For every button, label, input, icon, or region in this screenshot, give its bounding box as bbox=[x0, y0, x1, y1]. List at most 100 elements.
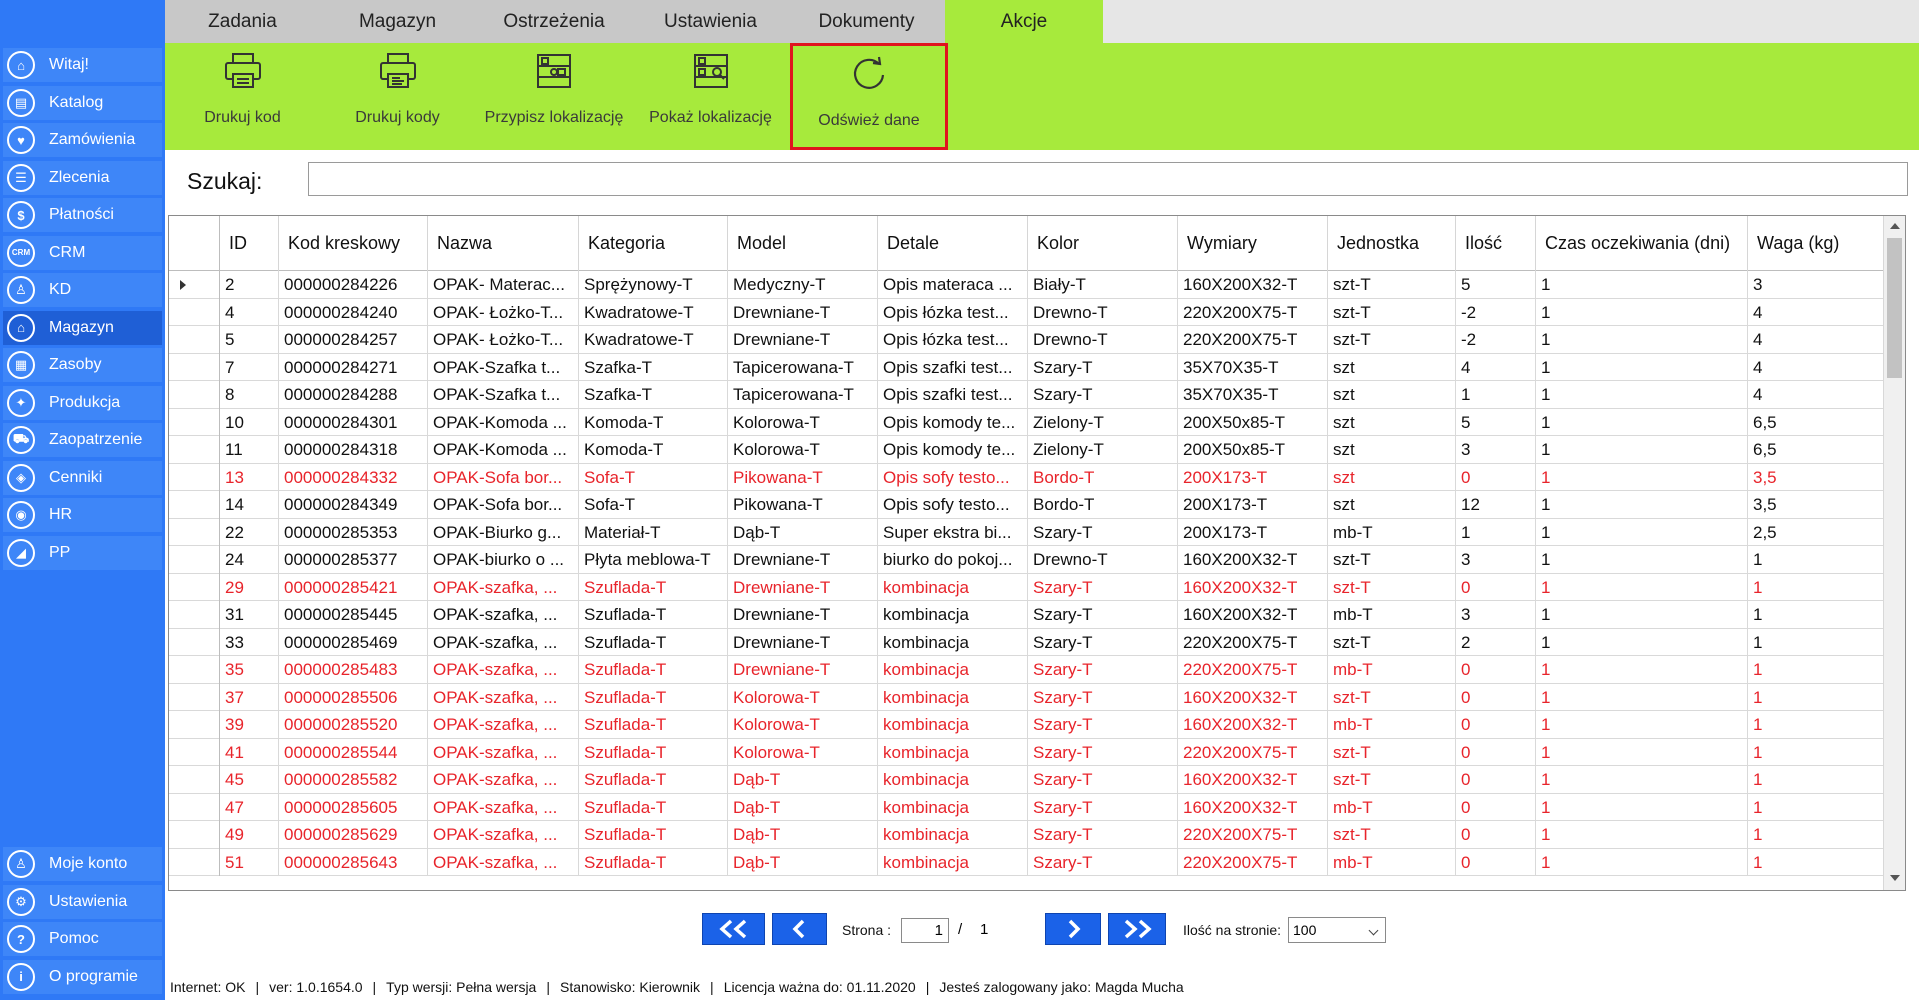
cell-kategoria[interactable]: Szafka-T bbox=[579, 381, 728, 409]
cell-czas-oczekiwania[interactable]: 1 bbox=[1536, 491, 1748, 519]
cell-kategoria[interactable]: Szuflada-T bbox=[579, 848, 728, 876]
table-row[interactable]: 14 000000284349 OPAK-Sofa bor... Sofa-T Piko… bbox=[169, 491, 1883, 519]
column-header-waga[interactable]: Waga (kg) bbox=[1748, 216, 1883, 271]
cell-czas-oczekiwania[interactable]: 1 bbox=[1536, 793, 1748, 821]
cell-kod-kreskowy[interactable]: 000000285445 bbox=[279, 601, 428, 629]
cell-kod-kreskowy[interactable]: 000000285544 bbox=[279, 738, 428, 766]
table-row[interactable]: 41 000000285544 OPAK-szafka, ... Szuflada-T… bbox=[169, 738, 1883, 767]
cell-wymiary[interactable]: 220X200X75-T bbox=[1178, 821, 1328, 849]
cell-kolor[interactable]: Szary-T bbox=[1028, 353, 1178, 381]
cell-detale[interactable]: Opis szafki test... bbox=[878, 353, 1028, 381]
cell-id[interactable]: 39 bbox=[220, 711, 279, 739]
cell-model[interactable]: Drewniane-T bbox=[728, 628, 878, 656]
cell-jednostka[interactable]: mb-T bbox=[1328, 518, 1456, 546]
cell-kategoria[interactable]: Sofa-T bbox=[579, 463, 728, 491]
cell-czas-oczekiwania[interactable]: 1 bbox=[1536, 408, 1748, 436]
cell-kategoria[interactable]: Kwadratowe-T bbox=[579, 326, 728, 354]
sidebar-item-magazyn[interactable]: ⌂ Magazyn bbox=[3, 310, 162, 345]
tab-zadania[interactable]: Zadania bbox=[165, 0, 320, 43]
cell-model[interactable]: Drewniane-T bbox=[728, 573, 878, 601]
cell-waga[interactable]: 1 bbox=[1748, 739, 1883, 767]
cell-wymiary[interactable]: 220X200X75-T bbox=[1178, 628, 1328, 656]
cell-kategoria[interactable]: Szuflada-T bbox=[579, 683, 728, 711]
row-header[interactable] bbox=[169, 793, 220, 821]
cell-kod-kreskowy[interactable]: 000000284240 bbox=[279, 298, 428, 326]
cell-id[interactable]: 14 bbox=[220, 491, 279, 519]
cell-wymiary[interactable]: 35X70X35-T bbox=[1178, 353, 1328, 381]
cell-kod-kreskowy[interactable]: 000000285520 bbox=[279, 711, 428, 739]
cell-ilosc[interactable]: -2 bbox=[1456, 298, 1536, 326]
cell-jednostka[interactable]: szt bbox=[1328, 381, 1456, 409]
next-page-button[interactable] bbox=[1045, 913, 1101, 945]
cell-czas-oczekiwania[interactable]: 1 bbox=[1536, 656, 1748, 684]
cell-waga[interactable]: 3,5 bbox=[1748, 464, 1883, 492]
cell-model[interactable]: Kolorowa-T bbox=[728, 408, 878, 436]
cell-kod-kreskowy[interactable]: 000000284301 bbox=[279, 408, 428, 436]
cell-model[interactable]: Drewniane-T bbox=[728, 601, 878, 629]
cell-nazwa[interactable]: OPAK-Komoda ... bbox=[428, 436, 579, 464]
cell-kod-kreskowy[interactable]: 000000285643 bbox=[279, 848, 428, 876]
row-header[interactable] bbox=[169, 656, 220, 684]
cell-czas-oczekiwania[interactable]: 1 bbox=[1536, 271, 1748, 299]
last-page-button[interactable] bbox=[1108, 913, 1166, 945]
row-header[interactable] bbox=[169, 326, 220, 354]
cell-kategoria[interactable]: Szuflada-T bbox=[579, 656, 728, 684]
cell-model[interactable]: Kolorowa-T bbox=[728, 683, 878, 711]
cell-jednostka[interactable]: mb-T bbox=[1328, 848, 1456, 876]
table-row[interactable]: 4 000000284240 OPAK- Łożko-T... Kwadratowe-… bbox=[169, 298, 1883, 326]
cell-kategoria[interactable]: Szuflada-T bbox=[579, 738, 728, 766]
cell-id[interactable]: 33 bbox=[220, 628, 279, 656]
cell-model[interactable]: Pikowana-T bbox=[728, 463, 878, 491]
scroll-thumb[interactable] bbox=[1887, 238, 1902, 378]
cell-kategoria[interactable]: Sprężynowy-T bbox=[579, 271, 728, 299]
row-header[interactable] bbox=[169, 381, 220, 409]
cell-wymiary[interactable]: 200X173-T bbox=[1178, 491, 1328, 519]
cell-detale[interactable]: kombinacja bbox=[878, 573, 1028, 601]
cell-id[interactable]: 24 bbox=[220, 546, 279, 574]
column-header-ilosc[interactable]: Ilość bbox=[1456, 216, 1536, 271]
sidebar-item-zamowienia[interactable]: ♥ Zamówienia bbox=[3, 123, 162, 157]
scroll-up-icon[interactable] bbox=[1890, 223, 1900, 229]
cell-id[interactable]: 45 bbox=[220, 766, 279, 794]
cell-kolor[interactable]: Szary-T bbox=[1028, 683, 1178, 711]
cell-kategoria[interactable]: Szuflada-T bbox=[579, 766, 728, 794]
cell-id[interactable]: 31 bbox=[220, 601, 279, 629]
cell-nazwa[interactable]: OPAK-szafka, ... bbox=[428, 848, 579, 876]
table-row[interactable]: 2 000000284226 OPAK- Materac... Sprężynowy-… bbox=[169, 271, 1883, 299]
column-header-kod-kreskowy[interactable]: Kod kreskowy bbox=[279, 216, 428, 271]
row-header[interactable] bbox=[169, 463, 220, 491]
cell-model[interactable]: Tapicerowana-T bbox=[728, 353, 878, 381]
cell-kategoria[interactable]: Materiał-T bbox=[579, 518, 728, 546]
cell-ilosc[interactable]: 5 bbox=[1456, 271, 1536, 299]
row-header[interactable] bbox=[169, 628, 220, 656]
cell-id[interactable]: 2 bbox=[220, 271, 279, 299]
cell-nazwa[interactable]: OPAK-szafka, ... bbox=[428, 793, 579, 821]
cell-nazwa[interactable]: OPAK-szafka, ... bbox=[428, 656, 579, 684]
cell-waga[interactable]: 1 bbox=[1748, 601, 1883, 629]
cell-jednostka[interactable]: mb-T bbox=[1328, 656, 1456, 684]
cell-waga[interactable]: 1 bbox=[1748, 794, 1883, 822]
cell-ilosc[interactable]: 0 bbox=[1456, 463, 1536, 491]
cell-czas-oczekiwania[interactable]: 1 bbox=[1536, 628, 1748, 656]
tab-akcje[interactable]: Akcje bbox=[945, 0, 1103, 43]
cell-wymiary[interactable]: 160X200X32-T bbox=[1178, 683, 1328, 711]
cell-id[interactable]: 10 bbox=[220, 408, 279, 436]
cell-jednostka[interactable]: mb-T bbox=[1328, 711, 1456, 739]
cell-ilosc[interactable]: 3 bbox=[1456, 436, 1536, 464]
cell-nazwa[interactable]: OPAK-szafka, ... bbox=[428, 628, 579, 656]
print-codes-button[interactable]: Drukuj kody bbox=[320, 43, 475, 150]
cell-kategoria[interactable]: Komoda-T bbox=[579, 436, 728, 464]
row-header[interactable] bbox=[169, 573, 220, 601]
cell-wymiary[interactable]: 160X200X32-T bbox=[1178, 601, 1328, 629]
row-header[interactable] bbox=[169, 766, 220, 794]
cell-jednostka[interactable]: szt-T bbox=[1328, 546, 1456, 574]
cell-detale[interactable]: kombinacja bbox=[878, 793, 1028, 821]
cell-id[interactable]: 7 bbox=[220, 353, 279, 381]
cell-nazwa[interactable]: OPAK-Komoda ... bbox=[428, 408, 579, 436]
cell-wymiary[interactable]: 200X173-T bbox=[1178, 518, 1328, 546]
cell-czas-oczekiwania[interactable]: 1 bbox=[1536, 463, 1748, 491]
cell-detale[interactable]: kombinacja bbox=[878, 848, 1028, 876]
sidebar-item-moje-konto[interactable]: ♙ Moje konto bbox=[3, 847, 162, 881]
cell-wymiary[interactable]: 220X200X75-T bbox=[1178, 656, 1328, 684]
cell-nazwa[interactable]: OPAK-szafka, ... bbox=[428, 821, 579, 849]
